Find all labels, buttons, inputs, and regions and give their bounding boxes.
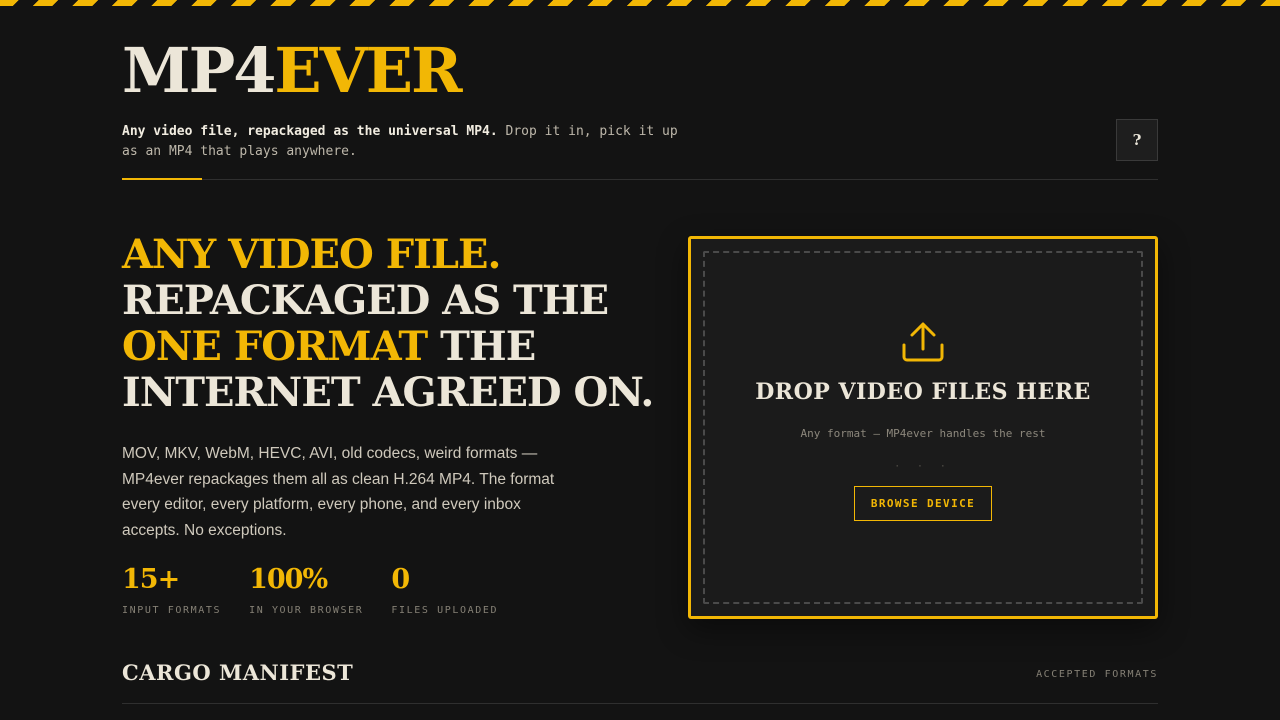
manifest-divider xyxy=(122,703,1158,704)
hero-line-2: REPACKAGED AS THE xyxy=(122,277,609,324)
help-button[interactable]: ? xyxy=(1116,119,1158,161)
stat-value: 100% xyxy=(249,564,328,595)
stat-label: FILES UPLOADED xyxy=(391,605,499,616)
logo-mp4: MP4 xyxy=(122,34,276,107)
hero-line-3-rest: THE xyxy=(427,323,536,370)
hero-line-4: INTERNET AGREED ON. xyxy=(122,369,654,416)
hero-line-3-accent: ONE FORMAT xyxy=(122,323,428,370)
stat-label: INPUT FORMATS xyxy=(122,605,222,616)
dropzone-dots: · · · xyxy=(894,462,952,472)
stat-in-browser: 100% IN YOUR BROWSER xyxy=(249,563,363,616)
upload-icon xyxy=(902,322,944,362)
page-container: MP4EVER Any video file, repackaged as th… xyxy=(122,0,1158,720)
stat-input-formats: 15+ INPUT FORMATS xyxy=(122,563,221,616)
help-icon: ? xyxy=(1132,131,1142,149)
tagline: Any video file, repackaged as the univer… xyxy=(122,122,682,162)
stat-files-uploaded: 0 FILES UPLOADED xyxy=(391,563,498,616)
stat-label: IN YOUR BROWSER xyxy=(249,605,364,616)
hero-headline: ANY VIDEO FILE. REPACKAGED AS THE ONE FO… xyxy=(122,232,682,416)
dropzone-dashed-area[interactable]: DROP VIDEO FILES HERE Any format — MP4ev… xyxy=(703,251,1143,604)
hero-description: MOV, MKV, WebM, HEVC, AVI, old codecs, w… xyxy=(122,445,555,539)
logo-ever: EVER xyxy=(274,34,462,107)
stats-row: 15+ INPUT FORMATS 100% IN YOUR BROWSER 0… xyxy=(122,563,498,616)
dropzone-subtitle: Any format — MP4ever handles the rest xyxy=(800,427,1046,440)
header-accent-bar xyxy=(122,178,202,180)
stat-value: 15+ xyxy=(122,564,180,595)
tagline-strong: Any video file, repackaged as the univer… xyxy=(122,124,498,139)
hero-line-1: ANY VIDEO FILE. xyxy=(122,231,501,278)
video-dropzone[interactable]: DROP VIDEO FILES HERE Any format — MP4ev… xyxy=(688,236,1158,619)
logo: MP4EVER xyxy=(122,34,463,107)
dropzone-title: DROP VIDEO FILES HERE xyxy=(755,379,1091,405)
cargo-manifest-heading: CARGO MANIFEST xyxy=(122,660,354,685)
stat-value: 0 xyxy=(391,564,410,595)
browse-device-button[interactable]: BROWSE DEVICE xyxy=(853,486,993,521)
accepted-formats-label: ACCEPTED FORMATS xyxy=(1036,669,1158,680)
header-divider xyxy=(122,179,1158,180)
